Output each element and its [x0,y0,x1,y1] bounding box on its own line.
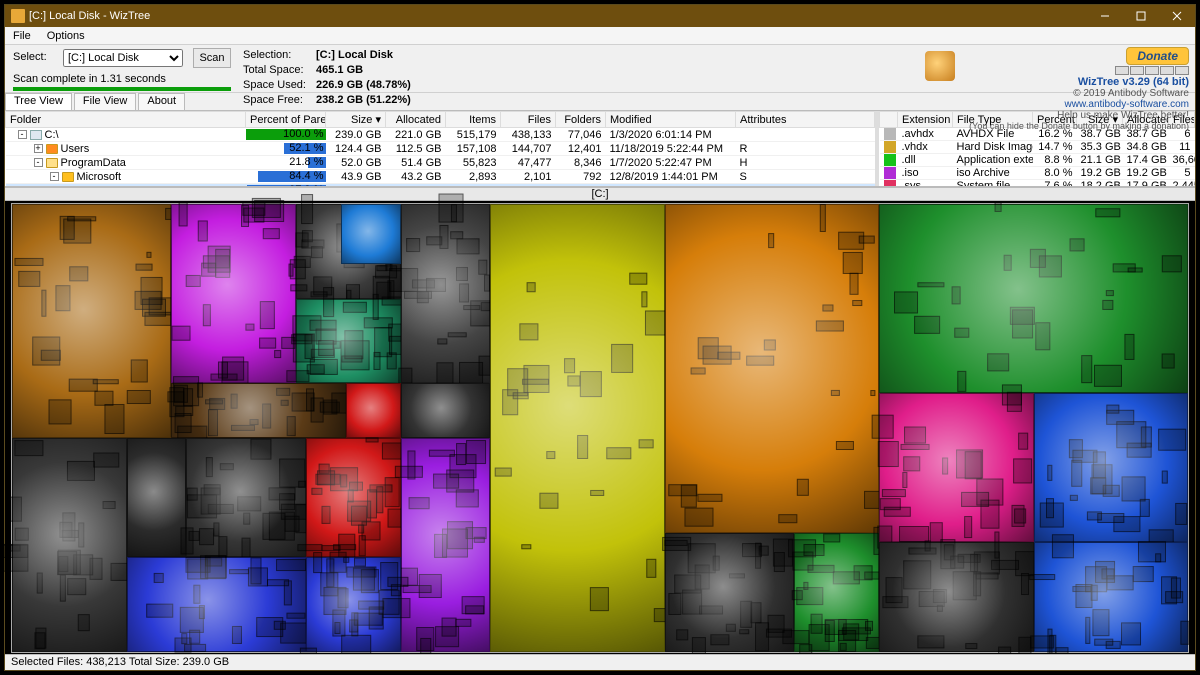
color-swatch [884,180,896,186]
scan-status: Scan complete in 1.31 seconds [13,73,166,85]
menu-options[interactable]: Options [39,30,93,42]
table-row[interactable]: -ProgramData21.8 %52.0 GB51.4 GB55,82347… [6,156,875,170]
app-name: WizTree v3.29 (64 bit) [959,76,1189,88]
tree-grid[interactable]: FolderPercent of ParentSize ▾AllocatedIt… [5,111,875,186]
table-row[interactable]: .vhdxHard Disk Image Fi14.7 %35.3 GB34.8… [880,141,1195,154]
tab-tree-view[interactable]: Tree View [5,93,72,110]
color-swatch [884,154,896,166]
treemap[interactable] [11,203,1189,653]
menu-file[interactable]: File [5,30,39,42]
table-row[interactable]: -C:\100.0 %239.0 GB221.0 GB515,179438,13… [6,128,875,142]
folder-icon [30,130,42,140]
summary-panel: Selection:[C:] Local Disk Total Space:46… [241,47,421,109]
expand-icon[interactable]: - [34,158,43,167]
folder-icon [62,172,74,182]
table-row[interactable]: +Windows97.9 %43.0 GB42.5 GB1,9931,40658… [6,184,875,187]
scan-button[interactable]: Scan [193,48,231,68]
drive-select[interactable]: [C:] Local Disk [63,49,183,67]
minimize-button[interactable] [1087,5,1123,27]
tab-file-view[interactable]: File View [74,93,136,110]
color-swatch [884,167,896,179]
menubar: File Options [5,27,1195,45]
toolbar: Select: [C:] Local Disk Scan Scan comple… [5,45,1195,93]
expand-icon[interactable]: - [50,172,59,181]
select-label: Select: [13,51,47,63]
current-path: [C:] [5,187,1195,201]
folder-icon [78,186,90,187]
close-button[interactable] [1159,5,1195,27]
window-title: [C:] Local Disk - WizTree [29,10,1087,22]
branding: Donate WizTree v3.29 (64 bit) © 2019 Ant… [959,47,1189,131]
payment-cards-icon [959,66,1189,76]
table-row[interactable]: .isoiso Archive8.0 %19.2 GB19.2 GB5 [880,167,1195,180]
site-link[interactable]: www.antibody-software.com [959,99,1189,110]
expand-icon[interactable]: - [18,130,27,139]
table-row[interactable]: .sysSystem file7.6 %18.2 GB17.9 GB2,445 [880,180,1195,186]
statusbar: Selected Files: 438,213 Total Size: 239.… [5,654,1195,670]
folder-icon [46,158,58,168]
table-row[interactable]: .dllApplication extens8.8 %21.1 GB17.4 G… [880,154,1195,167]
scan-progress-bar [13,87,231,91]
titlebar: [C:] Local Disk - WizTree [5,5,1195,27]
table-row[interactable]: -Microsoft84.4 %43.9 GB43.2 GB2,8932,101… [6,170,875,184]
table-row[interactable]: +Users52.1 %124.4 GB112.5 GB157,108144,7… [6,142,875,156]
color-swatch [884,141,896,153]
color-swatch [884,128,896,140]
tab-about[interactable]: About [138,93,185,110]
logo-icon [925,51,955,81]
app-icon [11,9,25,23]
folder-icon [46,144,58,154]
maximize-button[interactable] [1123,5,1159,27]
donate-button[interactable]: Donate [1126,47,1189,65]
expand-icon[interactable]: + [34,144,43,153]
